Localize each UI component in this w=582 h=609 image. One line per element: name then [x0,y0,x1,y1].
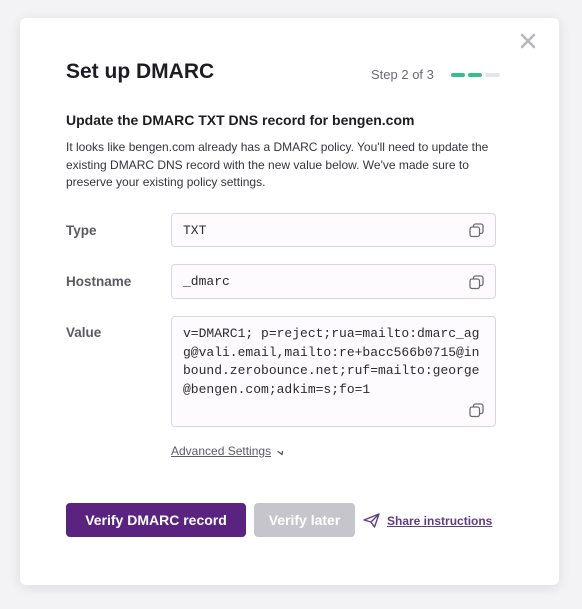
advanced-settings-link[interactable]: Advanced Settings [171,444,285,458]
value-label: Value [66,325,102,340]
type-value: TXT [183,223,207,238]
advanced-settings-label: Advanced Settings [171,444,272,458]
value-field[interactable]: v=DMARC1; p=reject;rua=mailto:dmarc_agg@… [171,316,496,427]
chevron-down-icon [277,450,284,455]
verify-dmarc-button[interactable]: Verify DMARC record [66,503,246,537]
dmarc-setup-modal: Set up DMARC Step 2 of 3 Update the DMAR… [20,18,559,585]
hostname-label: Hostname [66,274,132,289]
paper-plane-icon [363,513,380,528]
step-bar-1 [450,72,465,77]
description-text: It looks like bengen.com already has a D… [66,140,489,189]
copy-icon[interactable] [469,223,484,238]
step-indicator: Step 2 of 3 [371,67,500,82]
close-icon[interactable] [519,32,537,50]
step-text: Step 2 of 3 [371,67,434,82]
verify-later-button[interactable]: Verify later [254,503,355,537]
copy-icon[interactable] [469,403,484,418]
hostname-value: _dmarc [183,274,230,289]
copy-icon[interactable] [469,275,484,290]
step-bar-3 [484,72,500,77]
step-bar-2 [467,72,482,77]
modal-title: Set up DMARC [66,60,215,83]
share-instructions-label: Share instructions [387,513,493,528]
section-subtitle: Update the DMARC TXT DNS record for beng… [66,112,415,128]
hostname-field[interactable]: _dmarc [171,264,496,299]
type-field[interactable]: TXT [171,213,496,247]
value-text: v=DMARC1; p=reject;rua=mailto:dmarc_agg@… [183,326,480,397]
share-instructions-link[interactable]: Share instructions [363,513,492,528]
type-label: Type [66,223,97,238]
step-progress [450,72,500,77]
